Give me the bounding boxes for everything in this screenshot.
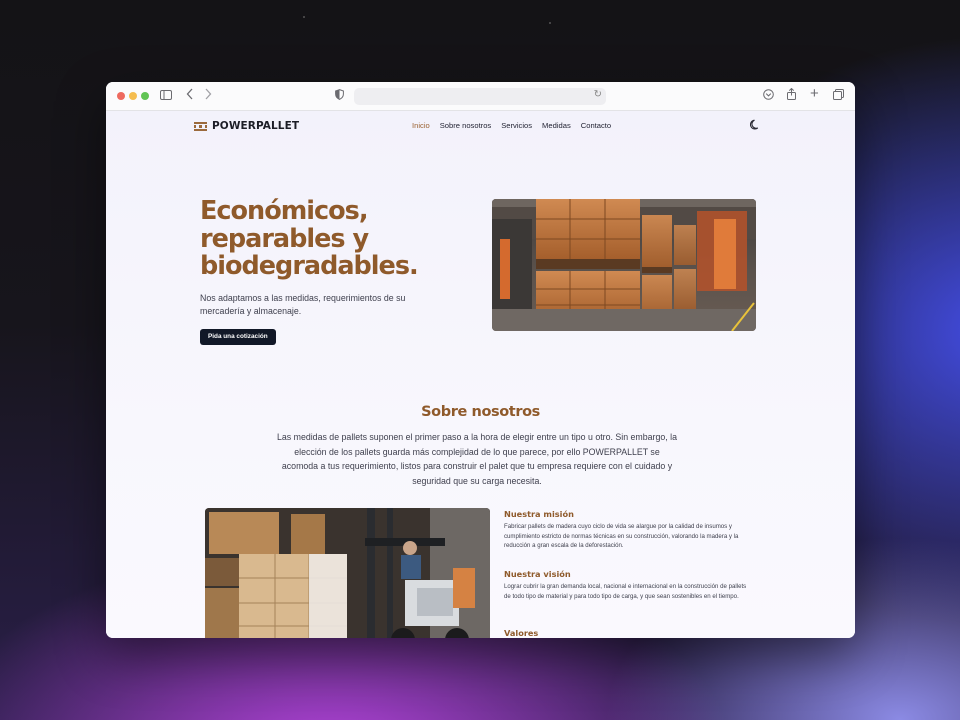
shield-icon[interactable]	[335, 88, 344, 104]
web-page: POWERPALLET Inicio Sobre nosotros Servic…	[106, 111, 855, 638]
about-description: Las medidas de pallets suponen el primer…	[276, 432, 677, 486]
quote-request-button[interactable]: Pida una cotización	[200, 329, 276, 345]
nav-link-contacto[interactable]: Contacto	[581, 121, 611, 130]
nav-link-medidas[interactable]: Medidas	[542, 121, 571, 130]
moon-icon[interactable]	[749, 119, 761, 133]
about-section-title: Sobre nosotros	[421, 404, 540, 420]
hero-title-line: biodegradables.	[200, 251, 419, 281]
forward-icon[interactable]	[204, 88, 212, 104]
brand-name: POWERPALLET	[212, 120, 300, 132]
minimize-window-button[interactable]	[129, 92, 137, 100]
main-menu: Inicio Sobre nosotros Servicios Medidas …	[412, 121, 621, 130]
hero-title: Económicos, reparables y biodegradables.	[200, 196, 460, 281]
hero-title-line: reparables y	[200, 223, 369, 254]
mission-text: Fabricar pallets de madera cuyo ciclo de…	[504, 523, 739, 550]
mission-title: Nuestra misión	[504, 509, 574, 519]
new-tab-icon[interactable]: +	[810, 86, 819, 102]
pallet-icon	[194, 121, 207, 131]
address-bar[interactable]: ↻	[354, 88, 606, 105]
vision-text: Lograr cubrir la gran demanda local, nac…	[504, 583, 747, 600]
site-navbar: POWERPALLET Inicio Sobre nosotros Servic…	[106, 111, 855, 143]
hero-subtitle: Nos adaptamos a las medidas, requerimien…	[200, 293, 406, 316]
browser-toolbar: ↻ +	[106, 82, 855, 111]
warehouse-pallets-image	[492, 199, 756, 331]
back-icon[interactable]	[186, 88, 194, 104]
nav-link-sobre-nosotros[interactable]: Sobre nosotros	[440, 121, 492, 130]
hero-title-line: Económicos,	[200, 196, 369, 226]
site-logo[interactable]: POWERPALLET	[194, 120, 299, 132]
background-star	[303, 16, 305, 18]
share-icon[interactable]	[786, 87, 797, 104]
vision-title: Nuestra visión	[504, 569, 571, 579]
background-star	[549, 22, 551, 24]
close-window-button[interactable]	[117, 92, 125, 100]
downloads-icon[interactable]	[763, 88, 774, 104]
sidebar-icon[interactable]	[160, 88, 172, 104]
forklift-warehouse-image	[205, 508, 490, 638]
nav-link-inicio[interactable]: Inicio	[412, 121, 430, 130]
browser-window: ↻ + POWERPALLET Inicio Sobre nosotros Se…	[106, 82, 855, 638]
reload-icon[interactable]: ↻	[594, 89, 602, 100]
nav-link-servicios[interactable]: Servicios	[501, 121, 532, 130]
values-title: Valores	[504, 628, 539, 638]
tabs-overview-icon[interactable]	[833, 88, 844, 104]
zoom-window-button[interactable]	[141, 92, 149, 100]
